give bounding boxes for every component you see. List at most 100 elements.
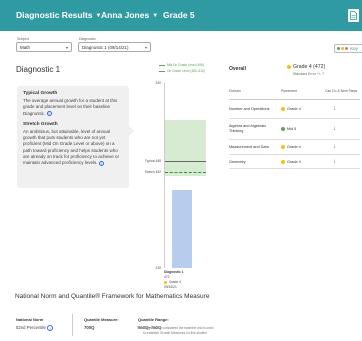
bar-placement-label: Grade 4 — [169, 280, 181, 284]
placement-cell: Grade 4 — [281, 145, 325, 149]
placement-dot-icon — [164, 280, 167, 284]
typical-growth-heading: Typical Growth — [23, 91, 58, 96]
legend-label: On Grade Level (480–510) — [167, 69, 205, 73]
breadcrumb-student[interactable]: Anna Jones ▼ — [101, 10, 158, 20]
placement-dot-icon — [281, 127, 285, 131]
stretch-growth-line — [165, 171, 206, 173]
growth-info-panel: Typical Growth The average annual growth… — [17, 86, 129, 188]
breadcrumb-label: Diagnostic Results — [16, 10, 93, 20]
placement-cell: Grade 4 — [281, 159, 325, 164]
key-dot-icon — [345, 47, 348, 51]
table-row: Geometry Grade 4 ↓ — [229, 155, 360, 169]
quantile-measure-label: Quantile Measure: — [84, 317, 119, 322]
next-steps-cell: ↓ — [325, 126, 360, 132]
placement-text: Grade 4 — [287, 159, 301, 164]
divider — [72, 314, 73, 336]
subject-select-value: Math — [20, 45, 31, 50]
key-dot-icon — [337, 47, 340, 51]
overall-label: Overall — [229, 66, 246, 72]
national-norm-text: 52nd Percentile — [16, 325, 46, 331]
next-steps-arrow-icon[interactable]: ↓ — [333, 106, 336, 112]
placement-text: Mid 5 — [287, 127, 297, 131]
next-steps-cell: ↓ — [325, 106, 360, 112]
axis-tick-top: 530 — [155, 81, 161, 85]
breadcrumb-diagnostic-results[interactable]: Diagnostic Results ▼ — [16, 10, 101, 20]
domain-cell: Number and Operations — [229, 107, 270, 111]
next-steps-arrow-icon[interactable]: ↓ — [333, 144, 336, 150]
overall-value-text: Grade 4 (472) — [293, 64, 326, 70]
subject-select[interactable]: Math ▾ — [16, 42, 72, 52]
on-grade-band — [165, 120, 206, 176]
diagnostic-label: Diagnostic — [79, 37, 96, 41]
report-document-button[interactable] — [348, 9, 359, 22]
placement-cell: Grade 4 — [281, 107, 325, 111]
next-steps-arrow-icon[interactable]: ↓ — [333, 159, 336, 165]
chevron-down-icon: ▾ — [144, 45, 147, 50]
info-panel-pointer — [129, 126, 134, 136]
diagnostic-bar[interactable] — [172, 190, 192, 268]
subject-label: Subject — [17, 37, 29, 41]
typical-growth-line — [165, 160, 206, 162]
placement-text: Grade 4 — [287, 107, 301, 111]
quantile-range-label: Quantile Range: — [138, 317, 169, 322]
standard-error: Standard Error +/- 7 — [293, 72, 325, 76]
typical-growth-desc: The average annual growth for a student … — [23, 98, 118, 116]
key-button[interactable]: Key — [334, 44, 362, 53]
chart-plot-area — [164, 83, 206, 268]
next-steps-arrow-icon[interactable]: ↓ — [333, 126, 336, 132]
placement-cell: Mid 5 — [281, 127, 325, 131]
key-label: Key — [350, 46, 359, 51]
breadcrumb-label: Anna Jones — [101, 10, 150, 20]
table-row: Measurement and Data Grade 4 ↓ — [229, 140, 360, 155]
stretch-growth-heading: Stretch Growth — [23, 121, 58, 127]
diagnostic-chart: Mid On Grade Level (498) On Grade Level … — [135, 58, 214, 335]
norms-section-title: National Norm and Quantile® Framework fo… — [15, 293, 210, 300]
document-icon — [350, 11, 357, 20]
stretch-growth-text: An ambitious, but attainable, level of a… — [23, 129, 123, 167]
stretch-growth-desc: An ambitious, but attainable, level of a… — [23, 128, 120, 166]
quantile-range-value: 650Q–750Q — [138, 325, 162, 330]
table-row: Algebra and Algebraic Thinking Mid 5 ↓ — [229, 119, 360, 140]
axis-tick-stretch: Stretch 482 — [144, 169, 161, 174]
diagnostic-select[interactable]: Diagnostic 1 (09/14/21) ▾ — [78, 42, 151, 52]
national-norm-value: 52nd Percentile i — [16, 325, 54, 331]
domain-cell: Geometry — [229, 159, 246, 164]
axis-tick-typical: Typical 488 — [144, 158, 161, 163]
legend-label: Mid On Grade Level (498) — [167, 63, 204, 67]
diagnostic-select-value: Diagnostic 1 (09/14/21) — [82, 45, 129, 50]
column-header-placement: Placement — [281, 88, 298, 93]
info-icon[interactable]: i — [46, 110, 52, 116]
placement-dot-icon — [281, 145, 285, 149]
next-steps-cell: ↓ — [325, 144, 360, 150]
header-bar: Diagnostic Results ▼ Anna Jones ▼ Grade 5 — [0, 0, 362, 31]
breadcrumb-grade: Grade 5 — [163, 10, 195, 20]
domain-table: Domain Placement Can Do & Next Steps Num… — [229, 82, 360, 169]
legend-swatch — [159, 70, 165, 72]
table-header: Domain Placement Can Do & Next Steps — [229, 82, 360, 100]
chevron-down-icon: ▾ — [65, 45, 68, 50]
column-header-domain: Domain — [229, 88, 241, 93]
legend-swatch — [159, 64, 165, 66]
placement-dot-icon — [287, 64, 291, 69]
next-steps-cell: ↓ — [325, 159, 360, 165]
legend-on-grade: On Grade Level (480–510) — [159, 69, 205, 73]
info-icon[interactable]: i — [98, 160, 104, 166]
table-row: Number and Operations Grade 4 ↓ — [229, 100, 360, 119]
breadcrumb-label: Grade 5 — [163, 10, 195, 20]
chevron-down-icon: ▼ — [152, 13, 159, 19]
axis-tick-bottom: 430 — [155, 266, 161, 270]
domain-cell: Algebra and Algebraic Thinking — [229, 123, 267, 134]
column-header-next-steps: Can Do & Next Steps — [325, 88, 358, 93]
legend-mid-on-grade: Mid On Grade Level (498) — [159, 63, 204, 67]
placement-text: Grade 4 — [287, 145, 301, 149]
info-icon[interactable]: i — [47, 325, 54, 331]
quantile-measure-value: 700Q — [84, 325, 95, 330]
bar-caption: Diagnostic 1 472 Grade 4 09/14/21 — [164, 270, 205, 290]
placement-dot-icon — [281, 159, 285, 164]
key-dot-icon — [341, 47, 344, 51]
domain-cell: Measurement and Data — [229, 145, 269, 149]
page-title: Diagnostic 1 — [16, 65, 61, 74]
placement-dot-icon — [281, 107, 285, 111]
overall-value: Grade 4 (472) — [287, 64, 325, 70]
national-norm-label: National Norm — [16, 317, 44, 322]
